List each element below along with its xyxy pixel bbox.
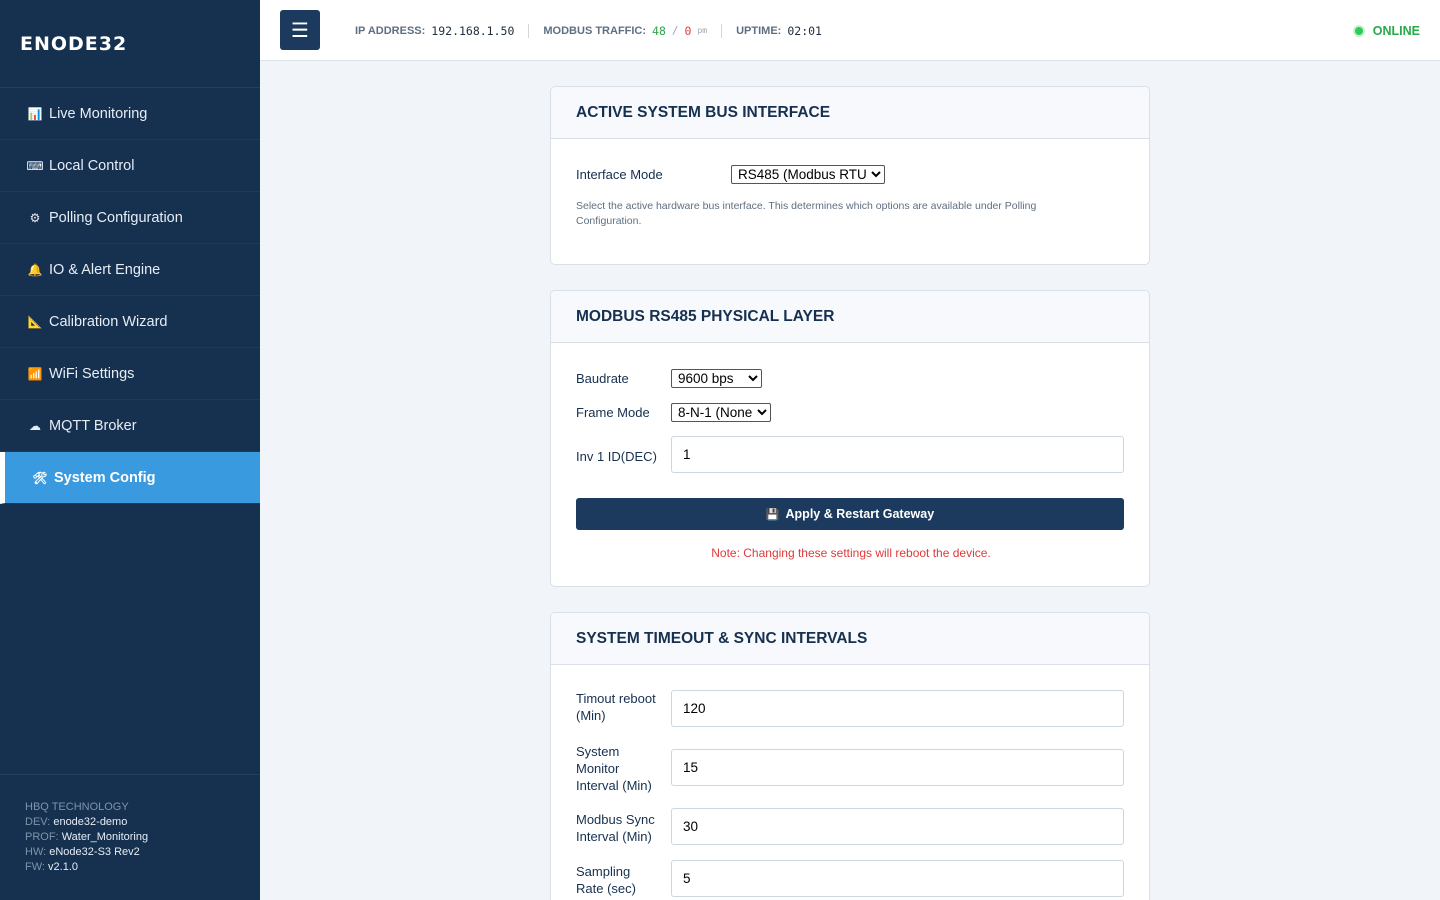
- sidebar-item-mqtt-broker[interactable]: ☁ MQTT Broker: [0, 400, 260, 452]
- hardware-version: HW: eNode32-S3 Rev2: [25, 846, 140, 858]
- sidebar-item-label: MQTT Broker: [49, 417, 137, 434]
- traffic-error-count: 0: [684, 23, 692, 38]
- bell-icon: 🔔: [27, 262, 43, 277]
- traffic-unit: pm: [697, 26, 708, 35]
- card-title: MODBUS RS485 PHYSICAL LAYER: [551, 291, 1149, 343]
- sidebar-item-wifi-settings[interactable]: 📶 WiFi Settings: [0, 348, 260, 400]
- sidebar-item-calibration-wizard[interactable]: 📐 Calibration Wizard: [0, 296, 260, 348]
- inverter-id-input[interactable]: 1: [671, 436, 1124, 473]
- divider: [721, 23, 723, 38]
- sidebar-item-label: System Config: [54, 469, 156, 486]
- divider: [528, 23, 530, 38]
- device-id: DEV: enode32-demo: [25, 816, 128, 828]
- sidebar-item-live-monitoring[interactable]: 📊 Live Monitoring: [0, 88, 260, 140]
- sidebar-item-io-alert-engine[interactable]: 🔔 IO & Alert Engine: [0, 244, 260, 296]
- apply-restart-button[interactable]: 💾 Apply & Restart Gateway: [576, 498, 1124, 530]
- brand-logo: ENODE32: [0, 0, 260, 88]
- keyboard-icon: ⌨: [26, 158, 44, 173]
- timeout-reboot-input[interactable]: 120: [671, 690, 1124, 727]
- hamburger-icon: ☰: [291, 19, 309, 42]
- sidebar-item-label: Polling Configuration: [49, 209, 183, 226]
- ip-address-stat: IP ADDRESS: 192.168.1.50: [355, 23, 515, 38]
- interface-mode-select[interactable]: RS485 (Modbus RTU): [731, 164, 885, 184]
- topbar: ☰ IP ADDRESS: 192.168.1.50 MODBUS TRAFFI…: [260, 0, 1440, 61]
- sidebar-item-polling-configuration[interactable]: ⚙ Polling Configuration: [0, 192, 260, 244]
- sidebar-item-label: Calibration Wizard: [49, 313, 168, 330]
- online-dot-icon: [1354, 26, 1363, 35]
- system-monitor-interval-input[interactable]: 15: [671, 749, 1124, 786]
- sampling-rate-label: Sampling Rate (sec): [576, 864, 636, 896]
- baudrate-label: Baudrate: [576, 370, 629, 386]
- card-title: ACTIVE SYSTEM BUS INTERFACE: [551, 87, 1149, 139]
- card-title: SYSTEM TIMEOUT & SYNC INTERVALS: [551, 613, 1149, 665]
- modbus-traffic-stat: MODBUS TRAFFIC: 48 / 0 pm: [543, 23, 708, 38]
- firmware-version: FW: v2.1.0: [25, 861, 78, 873]
- frame-mode-label: Frame Mode: [576, 404, 650, 420]
- system-monitor-interval-label: System Monitor Interval (Min): [576, 744, 652, 793]
- interface-mode-label: Interface Mode: [576, 166, 663, 182]
- floppy-disk-icon: 💾: [765, 508, 780, 521]
- wifi-icon: 📶: [27, 366, 43, 381]
- timeout-reboot-label: Timout reboot (Min): [576, 691, 656, 723]
- ruler-icon: 📐: [27, 314, 43, 329]
- sidebar: ENODE32 📊 Live Monitoring ⌨ Local Contro…: [0, 0, 260, 900]
- device-info: HBQ TECHNOLOGY DEV: enode32-demo PROF: W…: [0, 774, 260, 900]
- sidebar-item-label: WiFi Settings: [49, 365, 135, 382]
- rs485-card: MODBUS RS485 PHYSICAL LAYER Baudrate 960…: [550, 290, 1150, 587]
- sidebar-item-label: IO & Alert Engine: [49, 261, 161, 278]
- tools-icon: 🛠: [32, 470, 48, 485]
- modbus-sync-interval-label: Modbus Sync Interval (Min): [576, 812, 655, 844]
- status-bar: IP ADDRESS: 192.168.1.50 MODBUS TRAFFIC:…: [355, 0, 822, 61]
- cloud-icon: ☁: [29, 418, 41, 433]
- ip-address-value: 192.168.1.50: [431, 23, 515, 38]
- timeout-sync-card: SYSTEM TIMEOUT & SYNC INTERVALS Timout r…: [550, 612, 1150, 900]
- sampling-rate-input[interactable]: 5: [671, 860, 1124, 897]
- bus-interface-card: ACTIVE SYSTEM BUS INTERFACE Interface Mo…: [550, 86, 1150, 265]
- sidebar-item-system-config[interactable]: 🛠 System Config: [0, 452, 260, 504]
- gear-icon: ⚙: [29, 210, 41, 225]
- baudrate-select[interactable]: 9600 bps: [671, 368, 762, 388]
- interface-help-text: Select the active hardware bus interface…: [576, 200, 1037, 227]
- uptime-stat: UPTIME: 02:01: [736, 23, 822, 38]
- menu-toggle-button[interactable]: ☰: [280, 10, 320, 50]
- reboot-warning-note: Note: Changing these settings will reboo…: [711, 546, 991, 560]
- profile: PROF: Water_Monitoring: [25, 831, 149, 843]
- sidebar-item-local-control[interactable]: ⌨ Local Control: [0, 140, 260, 192]
- inverter-id-label: Inv 1 ID(DEC): [576, 448, 657, 464]
- sidebar-item-label: Live Monitoring: [49, 105, 148, 122]
- company-name: HBQ TECHNOLOGY: [25, 801, 129, 813]
- bar-chart-icon: 📊: [27, 106, 43, 121]
- traffic-ok-count: 48: [652, 23, 666, 38]
- frame-mode-select[interactable]: 8-N-1 (None): [671, 402, 771, 422]
- modbus-sync-interval-input[interactable]: 30: [671, 808, 1124, 845]
- sidebar-item-label: Local Control: [49, 157, 135, 174]
- status-badge: ONLINE: [1354, 0, 1420, 61]
- uptime-value: 02:01: [787, 23, 822, 38]
